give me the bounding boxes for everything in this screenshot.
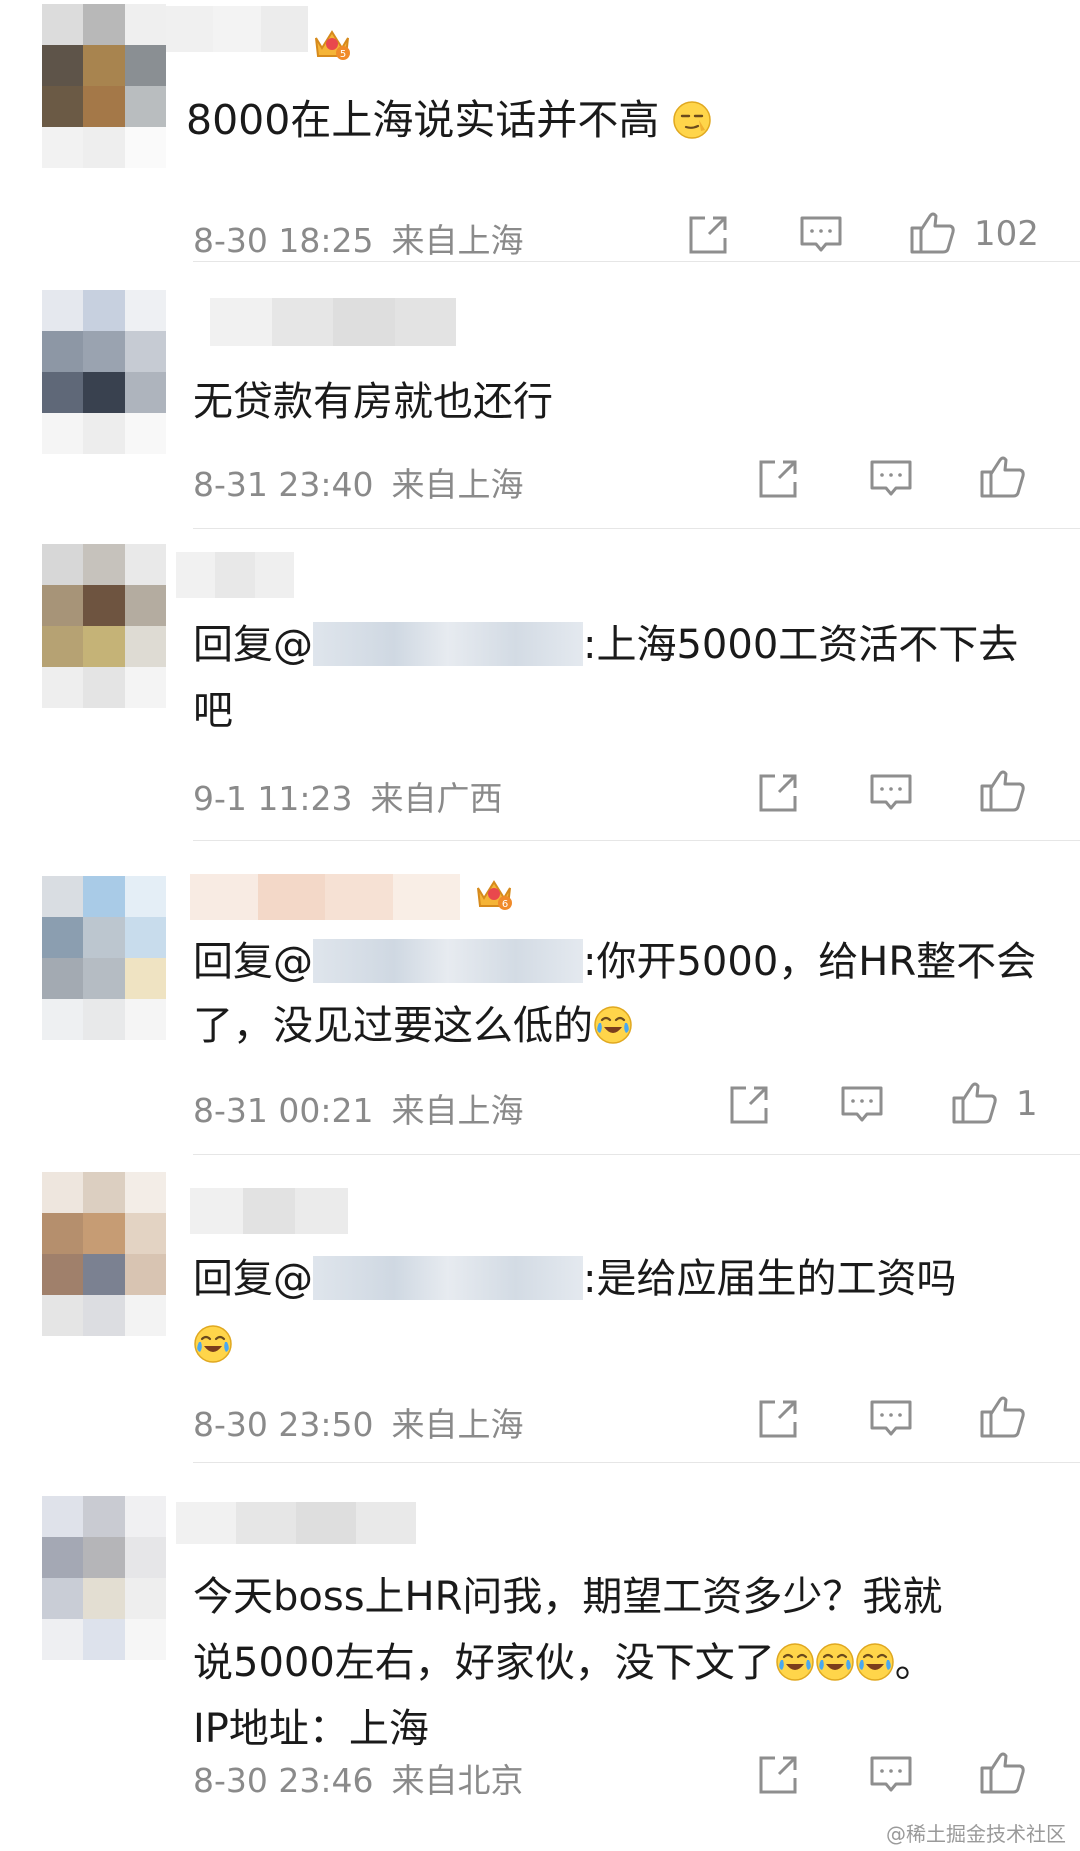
comment-location: 来自上海 (391, 1405, 524, 1444)
comment-item: 回复@:上海5000工资活不下去吧 9-1 11:23 来自广西 (0, 528, 1080, 841)
comment-meta: 8-31 00:21 来自上海 (193, 1084, 542, 1132)
comment-item: 6 回复@:你开5000，给HR整不会了，没见过要这么低的 8-31 00:21… (0, 840, 1080, 1155)
comment-time: 8-31 00:21 (193, 1091, 374, 1130)
svg-text:6: 6 (502, 899, 508, 910)
comment-icon[interactable] (866, 1750, 916, 1800)
comment-time: 8-30 23:46 (193, 1761, 374, 1800)
laugh-cry-emoji-icon (594, 1006, 632, 1044)
share-icon[interactable] (753, 454, 803, 504)
comment-meta: 9-1 11:23 来自广西 (193, 772, 521, 820)
comment-icon[interactable] (866, 1394, 916, 1444)
comment-location: 来自广西 (370, 779, 503, 818)
laugh-cry-emoji-icon (856, 1643, 894, 1681)
comment-icon[interactable] (837, 1080, 887, 1130)
comment-location: 来自北京 (391, 1761, 524, 1800)
watermark: @稀土掘金技术社区 (886, 1822, 1066, 1846)
share-icon[interactable] (683, 210, 733, 260)
like-icon[interactable] (978, 1748, 1028, 1798)
comment-location: 来自上海 (391, 1091, 524, 1130)
mention-username-blurred[interactable] (313, 939, 583, 983)
like-icon[interactable] (978, 766, 1028, 816)
reply-prefix: 回复@ (193, 939, 313, 985)
laugh-cry-emoji-icon (776, 1643, 814, 1681)
comment-time: 8-31 23:40 (193, 465, 374, 504)
comment-meta: 8-31 23:40 来自上海 (193, 458, 542, 506)
comment-thread: 5 8000在上海说实话并不高 8-30 18:25 来自上海 102 无贷款有… (0, 0, 1080, 1851)
comment-item: 今天boss上HR问我，期望工资多少？我就 说5000左右，好家伙，没下文了 。… (0, 1462, 1080, 1851)
share-icon[interactable] (753, 768, 803, 818)
laugh-cry-emoji-icon (194, 1325, 232, 1363)
comment-item: 回复@ :是给应届生的工资吗 8-30 23:50 来自上海 (0, 1154, 1080, 1463)
crown-badge-icon: 5 (315, 30, 350, 60)
comment-icon[interactable] (866, 454, 916, 504)
comment-text: 回复@:你开5000，给HR整不会了，没见过要这么低的 (193, 930, 1046, 1058)
comment-text-line: 说5000左右，好家伙，没下文了 。 (193, 1640, 935, 1686)
like-icon[interactable] (978, 452, 1028, 502)
reply-text: :是给应届生的工资吗 (583, 1256, 957, 1302)
comment-text-line: IP地址：上海 (193, 1706, 429, 1752)
avatar[interactable] (42, 544, 166, 708)
avatar[interactable] (42, 290, 166, 454)
like-count: 102 (974, 214, 1039, 254)
comment-time: 8-30 18:25 (193, 221, 374, 260)
avatar[interactable] (42, 876, 166, 1040)
comment-meta: 8-30 23:46 来自北京 (193, 1754, 542, 1802)
comment-time: 9-1 11:23 (193, 779, 353, 818)
smirk-emoji-icon (673, 101, 712, 139)
comment-text: 今天boss上HR问我，期望工资多少？我就 说5000左右，好家伙，没下文了 。… (193, 1564, 1046, 1762)
comment-item: 无贷款有房就也还行 8-31 23:40 来自上海 (0, 262, 1080, 529)
svg-text:5: 5 (340, 49, 346, 60)
reply-prefix: 回复@ (193, 1256, 313, 1302)
username-blurred[interactable] (190, 874, 460, 920)
username-blurred[interactable] (176, 552, 294, 598)
reply-prefix: 回复@ (193, 622, 313, 668)
username-blurred[interactable] (176, 1502, 416, 1544)
username-blurred[interactable] (166, 6, 308, 52)
like-count: 1 (1016, 1084, 1038, 1124)
avatar[interactable] (42, 1496, 166, 1660)
avatar[interactable] (42, 4, 166, 168)
comment-meta: 8-30 23:50 来自上海 (193, 1398, 542, 1446)
comment-text: 无贷款有房就也还行 (193, 379, 553, 425)
username-blurred[interactable] (190, 1188, 349, 1234)
like-icon[interactable] (950, 1078, 1000, 1128)
comment-time: 8-30 23:50 (193, 1405, 374, 1444)
crown-badge-icon: 6 (477, 880, 512, 910)
comment-text-line: 今天boss上HR问我，期望工资多少？我就 (193, 1574, 943, 1620)
mention-username-blurred[interactable] (313, 1256, 583, 1300)
comment-location: 来自上海 (391, 221, 524, 260)
username-blurred[interactable] (210, 298, 456, 346)
mention-username-blurred[interactable] (313, 622, 583, 666)
share-icon[interactable] (753, 1750, 803, 1800)
like-icon[interactable] (978, 1392, 1028, 1442)
comment-text: 回复@ :是给应届生的工资吗 (193, 1246, 1046, 1378)
comment-text: 8000在上海说实话并不高 (186, 88, 1046, 152)
comment-icon[interactable] (796, 210, 846, 260)
share-icon[interactable] (753, 1394, 803, 1444)
like-icon[interactable] (908, 208, 958, 258)
comment-text: 回复@:上海5000工资活不下去吧 (193, 612, 1046, 744)
share-icon[interactable] (724, 1080, 774, 1130)
comment-location: 来自上海 (391, 465, 524, 504)
comment-meta: 8-30 18:25 来自上海 (193, 214, 542, 262)
comment-item: 5 8000在上海说实话并不高 8-30 18:25 来自上海 102 (0, 0, 1080, 262)
comment-icon[interactable] (866, 768, 916, 818)
laugh-cry-emoji-icon (816, 1643, 854, 1681)
avatar[interactable] (42, 1172, 166, 1336)
